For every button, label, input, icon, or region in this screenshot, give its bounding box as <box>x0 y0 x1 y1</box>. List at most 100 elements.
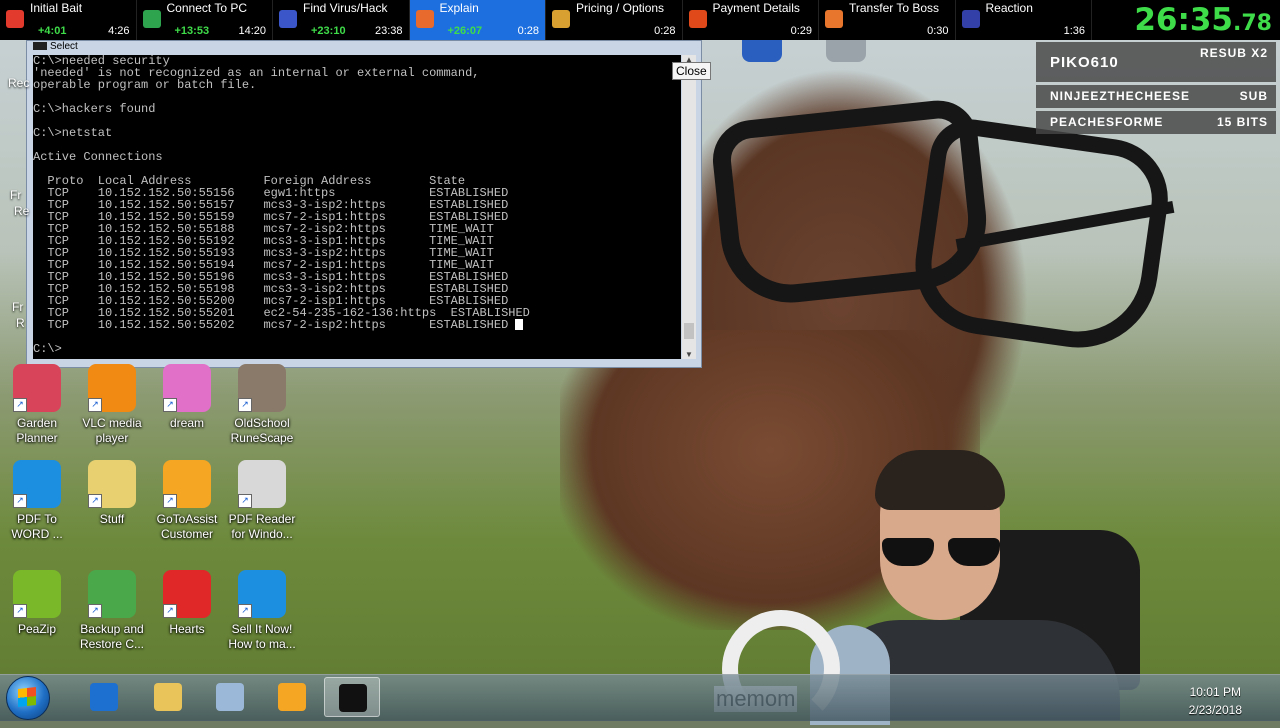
desktop-icon-label: dream <box>169 416 204 430</box>
split-3: Explain +26:07 0:28 <box>409 0 546 40</box>
split-time: 0:28 <box>517 25 539 37</box>
app-icon: ↗ <box>238 570 286 618</box>
sub-type: RESUB X2 <box>1199 46 1268 60</box>
sub-alert-row: PEACHESFORME 15 BITS <box>1036 111 1276 134</box>
split-7: Reaction 1:36 <box>956 0 1092 40</box>
desktop-icon[interactable]: ↗ Hearts <box>150 570 224 637</box>
split-icon <box>825 10 843 28</box>
split-time: 0:30 <box>927 25 949 37</box>
split-icon <box>6 10 24 28</box>
desktop-icon[interactable]: ↗ OldSchool RuneScape <box>225 364 299 446</box>
desktop-icon[interactable]: ↗ VLC media player <box>75 364 149 446</box>
taskbar-button[interactable] <box>324 677 380 717</box>
scroll-thumb[interactable] <box>684 323 694 339</box>
split-icon <box>688 10 707 28</box>
console-line: operable program or batch file. <box>33 78 257 92</box>
split-name: Pricing / Options <box>576 1 665 15</box>
taskbar-button[interactable] <box>202 677 258 717</box>
close-tooltip: Close <box>672 62 711 80</box>
scrollbar[interactable]: ▲ ▼ <box>682 55 696 359</box>
shortcut-arrow-icon: ↗ <box>163 604 177 618</box>
shortcut-arrow-icon: ↗ <box>88 398 102 412</box>
desktop-icon-label: PDF To WORD ... <box>11 512 63 541</box>
partial-desktop-icon-label: Fr <box>10 188 22 202</box>
desktop-icon-label: VLC media player <box>82 416 142 445</box>
app-icon: ↗ <box>88 570 136 618</box>
split-delta: +26:07 <box>447 25 483 37</box>
console-line: Active Connections <box>33 150 163 164</box>
shortcut-arrow-icon: ↗ <box>88 604 102 618</box>
desktop-icon[interactable]: ↗ Sell It Now! How to ma... <box>225 570 299 652</box>
speedrun-timer: 26:35.78 <box>1134 2 1272 38</box>
desktop-icon[interactable]: ↗ PDF Reader for Windo... <box>225 460 299 542</box>
gotoassist-icon <box>278 683 306 711</box>
desktop-icon[interactable]: ↗ Garden Planner <box>0 364 74 446</box>
split-name: Find Virus/Hack <box>303 1 388 15</box>
desktop-icon[interactable]: ↗ PeaZip <box>0 570 74 637</box>
speedrun-splits-bar: Initial Bait +4:01 4:26 Connect To PC +13:53… <box>0 0 1280 40</box>
split-time: 4:26 <box>108 25 130 37</box>
system-clock[interactable]: 10:01 PM 2/23/2018 <box>1189 683 1242 719</box>
desktop-icon[interactable]: ↗ dream <box>150 364 224 431</box>
window-peek-icon <box>742 40 782 62</box>
partial-desktop-icon-label: Rec <box>8 76 30 90</box>
app-icon: ↗ <box>163 570 211 618</box>
split-name: Explain <box>439 1 479 15</box>
split-name: Initial Bait <box>30 1 83 15</box>
ie-icon <box>90 683 118 711</box>
shortcut-arrow-icon: ↗ <box>238 604 252 618</box>
desktop-icon-label: Garden Planner <box>16 416 58 445</box>
desktop-icon-label: Stuff <box>99 512 125 526</box>
split-4: Pricing / Options 0:28 <box>546 0 683 40</box>
split-name: Connect To PC <box>166 1 248 15</box>
streamer-hair <box>875 450 1005 510</box>
desktop-icon[interactable]: ↗ GoToAssist Customer <box>150 460 224 542</box>
scroll-down-icon[interactable]: ▼ <box>685 350 693 359</box>
split-time: 0:28 <box>654 25 676 37</box>
split-2: Find Virus/Hack +23:10 23:38 <box>273 0 410 40</box>
command-prompt-window[interactable]: Select C:\>needed security'needed' is no… <box>26 40 702 368</box>
partial-desktop-icon-label: Fr <box>12 300 24 314</box>
split-name: Transfer To Boss <box>849 1 940 15</box>
window-peek-icon <box>826 40 866 62</box>
cmd-icon <box>33 42 47 51</box>
window-title: Select <box>33 41 78 53</box>
cmd-icon <box>339 684 367 712</box>
start-button[interactable] <box>6 676 50 720</box>
sub-type: 15 BITS <box>1216 115 1268 129</box>
sub-username: PIKO610 <box>1050 54 1119 71</box>
desktop-icon[interactable]: ↗ PDF To WORD ... <box>0 460 74 542</box>
sub-alert-row: NINJEEZTHECHEESE SUB <box>1036 85 1276 108</box>
desktop-icon-label: Hearts <box>169 622 205 636</box>
explorer-icon <box>154 683 182 711</box>
taskbar-button[interactable] <box>264 677 320 717</box>
sub-alert-row: PIKO610 RESUB X2 <box>1036 42 1276 82</box>
app-icon: ↗ <box>88 364 136 412</box>
console-line: TCP 10.152.152.50:55202 mcs7-2-isp2:http… <box>33 319 681 331</box>
windows-logo-icon <box>18 687 36 707</box>
split-icon <box>142 10 161 28</box>
app-icon: ↗ <box>13 460 61 508</box>
split-delta: +23:10 <box>311 25 346 37</box>
split-time: 23:38 <box>374 25 403 37</box>
split-delta: +4:01 <box>38 25 67 37</box>
console-output[interactable]: C:\>needed security'needed' is not recog… <box>33 55 681 359</box>
desktop-icon-label: Sell It Now! How to ma... <box>228 622 296 651</box>
partial-desktop-icon-label: R <box>16 316 25 330</box>
split-icon <box>961 10 980 28</box>
split-name: Reaction <box>985 1 1033 15</box>
desktop-icon[interactable]: ↗ Backup and Restore C... <box>75 570 149 652</box>
app-icon: ↗ <box>163 364 211 412</box>
console-line: C:\>hackers found <box>33 102 156 116</box>
desktop-icon[interactable]: ↗ Stuff <box>75 460 149 527</box>
console-line: C:\> <box>33 342 62 356</box>
app-icon: ↗ <box>238 364 286 412</box>
taskbar-button[interactable] <box>140 677 196 717</box>
shortcut-arrow-icon: ↗ <box>238 494 252 508</box>
shortcut-arrow-icon: ↗ <box>163 494 177 508</box>
taskbar-button[interactable] <box>76 677 132 717</box>
timer-box: 26:35.78 <box>1134 0 1280 40</box>
clock-time: 10:01 PM <box>1189 685 1241 699</box>
split-5: Payment Details 0:29 <box>683 0 819 40</box>
sunglasses <box>882 538 1002 568</box>
